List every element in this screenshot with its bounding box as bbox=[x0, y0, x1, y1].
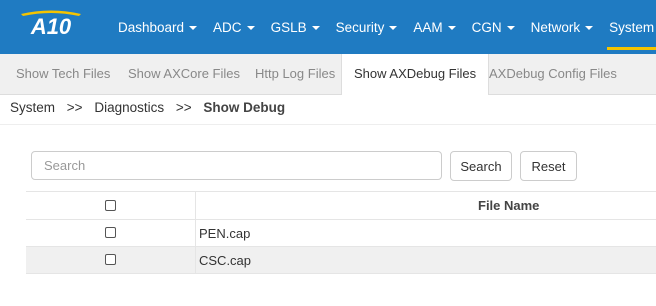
nav-gslb[interactable]: GSLB bbox=[263, 0, 328, 54]
nav-adc[interactable]: ADC bbox=[205, 0, 263, 54]
nav-adc-label: ADC bbox=[213, 19, 242, 35]
nav-network-label: Network bbox=[530, 19, 581, 35]
nav-system-label: System bbox=[609, 19, 655, 35]
tab-http-log-files[interactable]: Http Log Files bbox=[255, 54, 335, 94]
caret-down-icon bbox=[311, 26, 320, 30]
file-name-cell: CSC.cap bbox=[199, 253, 252, 268]
table-row[interactable]: CSC.cap bbox=[26, 246, 656, 273]
caret-down-icon bbox=[246, 26, 255, 30]
file-name-cell: PEN.cap bbox=[199, 226, 251, 241]
nav-gslb-label: GSLB bbox=[270, 19, 307, 35]
row-checkbox[interactable] bbox=[105, 254, 116, 265]
a10-logo[interactable]: A10 bbox=[18, 10, 84, 40]
breadcrumb-system[interactable]: System bbox=[10, 100, 55, 115]
breadcrumb-separator: >> bbox=[175, 100, 192, 115]
select-all-checkbox[interactable] bbox=[105, 200, 116, 211]
caret-down-icon bbox=[447, 26, 456, 30]
divider bbox=[0, 124, 656, 125]
tab-show-axcore-files[interactable]: Show AXCore Files bbox=[128, 54, 240, 94]
nav-network[interactable]: Network bbox=[523, 0, 602, 54]
table-row[interactable]: PEN.cap bbox=[26, 219, 656, 246]
nav-security-label: Security bbox=[335, 19, 385, 35]
caret-down-icon bbox=[506, 26, 515, 30]
table-header: File Name bbox=[26, 191, 656, 219]
breadcrumb-separator: >> bbox=[66, 100, 83, 115]
breadcrumb-diagnostics[interactable]: Diagnostics bbox=[94, 100, 164, 115]
nav-dashboard-label: Dashboard bbox=[118, 19, 185, 35]
caret-down-icon bbox=[189, 26, 198, 30]
nav-aam-label: AAM bbox=[413, 19, 443, 35]
search-button[interactable]: Search bbox=[450, 151, 512, 181]
breadcrumb: System >> Diagnostics >> Show Debug bbox=[10, 100, 293, 115]
nav-dashboard[interactable]: Dashboard bbox=[110, 0, 205, 54]
sub-navigation-tabs: Show Tech Files Show AXCore Files Http L… bbox=[0, 54, 656, 95]
tab-show-tech-files[interactable]: Show Tech Files bbox=[16, 54, 110, 94]
breadcrumb-current: Show Debug bbox=[203, 100, 286, 115]
row-checkbox[interactable] bbox=[105, 227, 116, 238]
reset-button[interactable]: Reset bbox=[520, 151, 577, 181]
top-navigation-bar: A10 Dashboard ADC GSLB Security AAM CGN … bbox=[0, 0, 656, 54]
nav-cgn[interactable]: CGN bbox=[464, 0, 523, 54]
nav-aam[interactable]: AAM bbox=[405, 0, 463, 54]
nav-cgn-label: CGN bbox=[471, 19, 502, 35]
tab-axdebug-config-files[interactable]: AXDebug Config Files bbox=[489, 54, 617, 94]
logo-text: A10 bbox=[30, 14, 72, 39]
nav-system[interactable]: System bbox=[601, 0, 656, 54]
caret-down-icon bbox=[585, 26, 594, 30]
nav-security[interactable]: Security bbox=[328, 0, 406, 54]
search-input[interactable] bbox=[31, 151, 442, 180]
tab-show-axdebug-files[interactable]: Show AXDebug Files bbox=[341, 54, 490, 95]
caret-down-icon bbox=[389, 26, 398, 30]
column-header-file-name[interactable]: File Name bbox=[478, 198, 539, 213]
